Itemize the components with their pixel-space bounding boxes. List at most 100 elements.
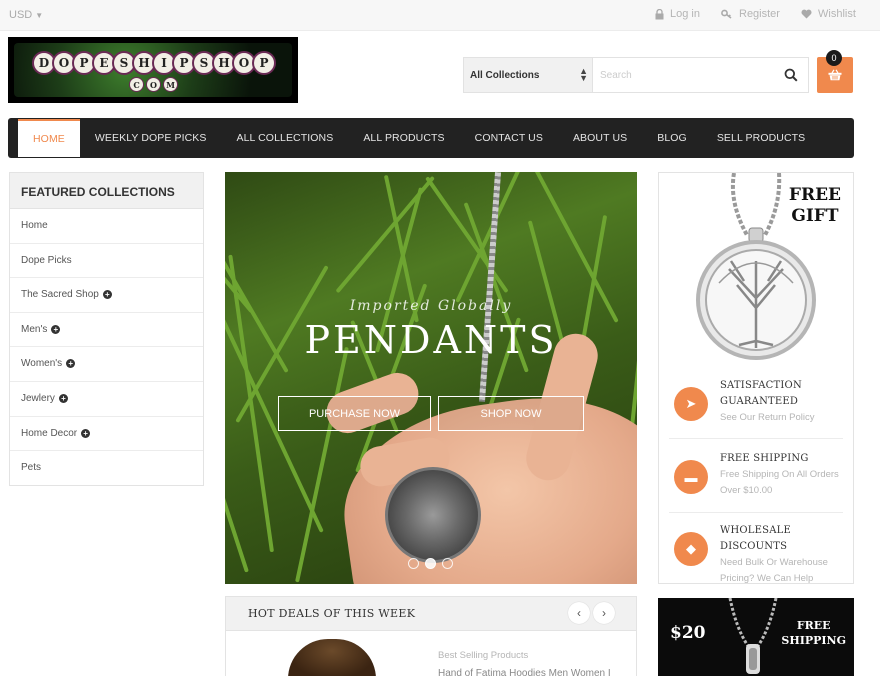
truck-icon: ▬ [674, 460, 708, 494]
free-gift-text: FREE GIFT [789, 185, 841, 227]
feature-title: WHOLESALE [720, 525, 791, 536]
feature-description: Over $10.00 [720, 485, 773, 496]
free-gift-banner[interactable]: FREE GIFT [659, 173, 853, 369]
slider-dot[interactable] [442, 558, 453, 569]
slider-dot[interactable] [425, 558, 436, 569]
hero-slider[interactable]: Imported Globally PENDANTS PURCHASE NOW … [225, 172, 637, 584]
sidebar-list: Home Dope Picks The Sacred Shop + Men's + Wome… [10, 209, 203, 486]
collection-select-value: All Collections [470, 70, 540, 81]
feature-title: FREE SHIPPING [720, 453, 809, 464]
featured-collections-sidebar: FEATURED COLLECTIONS Home Dope Picks The S… [9, 172, 204, 486]
sidebar-item-label: Dope Picks [21, 254, 72, 266]
plus-circle-icon[interactable]: + [58, 393, 68, 403]
sidebar-item-the-sacred-shop[interactable]: The Sacred Shop + [10, 278, 203, 313]
promo-banner[interactable]: $20 FREE SHIPPING [658, 598, 854, 676]
hero-subtitle: Imported Globally [349, 298, 513, 314]
plus-circle-icon[interactable]: + [66, 359, 76, 369]
search-input[interactable] [594, 58, 774, 92]
hoodie-product-image[interactable] [288, 639, 376, 676]
nav-item-blog[interactable]: BLOG [642, 118, 702, 158]
nav-item-sell-products[interactable]: SELL PRODUCTS [702, 118, 820, 158]
feature-description: Free Shipping On All Orders [720, 469, 839, 480]
sidebar-item-label: Home Decor [21, 427, 78, 439]
plus-circle-icon[interactable]: + [102, 290, 112, 300]
deal-category[interactable]: Best Selling Products [438, 650, 528, 661]
sidebar-title: FEATURED COLLECTIONS [10, 173, 203, 209]
currency-selector[interactable]: USD ▼ [9, 9, 43, 21]
lock-icon [655, 8, 664, 19]
key-icon [721, 9, 732, 19]
login-label: Log in [670, 8, 700, 20]
nav-item-contact-us[interactable]: CONTACT US [460, 118, 558, 158]
caret-down-icon: ▼ [35, 11, 44, 20]
sidebar-item-label: Jewlery [21, 392, 55, 404]
feature-description: Need Bulk Or Warehouse [720, 557, 828, 568]
grass-blade [225, 188, 254, 314]
divider [669, 438, 843, 439]
sidebar-item-dope-picks[interactable]: Dope Picks [10, 244, 203, 279]
basket-icon [828, 69, 842, 81]
currency-label: USD [9, 9, 33, 21]
hero-title: PENDANTS [304, 318, 558, 362]
feature-description[interactable]: See Our Return Policy [720, 410, 845, 426]
nav-item-all-products[interactable]: ALL PRODUCTS [348, 118, 459, 158]
nav-item-all-collections[interactable]: ALL COLLECTIONS [222, 118, 349, 158]
sidebar-item-pets[interactable]: Pets [10, 451, 203, 486]
sidebar-item-label: Men's [21, 323, 48, 335]
sidebar-item-women-s[interactable]: Women's + [10, 347, 203, 382]
logo-letter: P [252, 51, 276, 75]
top-bar: USD ▼ Log in Register Wishlist [0, 0, 880, 31]
grass-blade [335, 175, 435, 294]
feature-description: Pricing? We Can Help [720, 573, 814, 584]
slider-dot[interactable] [408, 558, 419, 569]
tag-icon: ◆ [674, 532, 708, 566]
sidebar-item-men-s[interactable]: Men's + [10, 313, 203, 348]
feature-title: GUARANTEED [720, 396, 799, 407]
divider [669, 512, 843, 513]
promo-price: $20 [670, 623, 706, 643]
purchase-now-button[interactable]: PURCHASE NOW [278, 396, 431, 431]
nav-item-about-us[interactable]: ABOUT US [558, 118, 642, 158]
deal-product-name[interactable]: Hand of Fatima Hoodies Men Women I [438, 668, 613, 676]
shop-now-button[interactable]: SHOP NOW [438, 396, 584, 431]
register-link[interactable]: Register [721, 8, 780, 20]
collection-select[interactable]: All Collections ▲ ▼ [464, 58, 593, 92]
logo-letter: C [129, 77, 144, 92]
sidebar-item-label: Women's [21, 358, 63, 370]
main-nav: HOME WEEKLY DOPE PICKS ALL COLLECTIONS ALL … [8, 118, 854, 158]
plus-circle-icon[interactable]: + [51, 324, 61, 334]
site-logo[interactable]: DOPESHIPSHOPCOM [8, 37, 298, 103]
cart-count-badge: 0 [826, 50, 842, 66]
slider-dots [408, 558, 453, 569]
next-arrow-button[interactable]: › [593, 602, 615, 624]
promo-line-1: FREE [796, 619, 831, 632]
grass-blade [295, 346, 349, 583]
wishlist-label: Wishlist [818, 8, 856, 20]
login-link[interactable]: Log in [655, 8, 700, 20]
nav-item-home[interactable]: HOME [18, 119, 80, 157]
search-icon[interactable] [784, 68, 798, 82]
nav-item-weekly-dope-picks[interactable]: WEEKLY DOPE PICKS [80, 118, 222, 158]
paper-plane-icon: ➤ [674, 387, 708, 421]
register-label: Register [739, 8, 780, 20]
gift-line-1: FREE [788, 185, 841, 205]
chevron-left-icon: ‹ [577, 606, 581, 620]
pendant-image [385, 467, 481, 563]
feature-title: DISCOUNTS [720, 541, 788, 552]
promo-free-shipping: FREE SHIPPING [781, 618, 846, 648]
sidebar-item-home-decor[interactable]: Home Decor + [10, 417, 203, 452]
sidebar-item-label: Home [21, 220, 48, 231]
prev-arrow-button[interactable]: ‹ [568, 602, 590, 624]
sidebar-item-home[interactable]: Home [10, 209, 203, 244]
search-bar: All Collections ▲ ▼ [463, 57, 809, 93]
promo-line-2: SHIPPING [781, 634, 846, 647]
chevron-right-icon: › [602, 606, 606, 620]
sidebar-item-label: The Sacred Shop [21, 289, 99, 301]
sidebar-item-label: Pets [21, 462, 42, 474]
sidebar-item-jewlery[interactable]: Jewlery + [10, 382, 203, 417]
benefits-panel: FREE GIFT ➤ SATISFACTION GUARANTEED See Our… [658, 172, 854, 584]
wishlist-link[interactable]: Wishlist [801, 8, 856, 20]
plus-circle-icon[interactable]: + [81, 428, 91, 438]
select-arrows-icon: ▲ ▼ [579, 66, 588, 83]
gift-line-2: GIFT [791, 206, 839, 226]
